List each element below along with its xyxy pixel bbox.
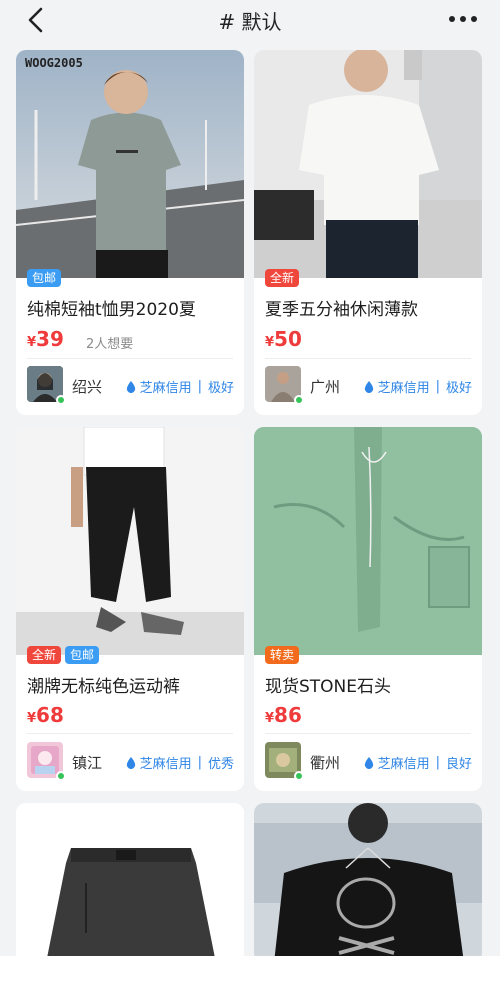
image-brand-label: WOOG2005 <box>25 56 83 70</box>
seller-city: 绍兴 <box>72 378 103 396</box>
tag-baoyou: 包邮 <box>27 269 62 287</box>
bottom-bar <box>0 956 500 1001</box>
tag-quanxin: 全新 <box>265 269 300 287</box>
seller-city: 衢州 <box>310 754 341 772</box>
avatar[interactable] <box>27 366 66 405</box>
product-card[interactable] <box>16 803 244 963</box>
tag-list: 全新 <box>265 269 300 287</box>
divider <box>265 733 471 734</box>
product-image <box>16 803 244 963</box>
product-card[interactable]: 转卖 现货STONE石头 ¥86 衢州 芝麻信用 | 良好 <box>254 427 482 791</box>
product-card[interactable]: 全新 夏季五分袖休闲薄款 ¥50 广州 芝麻信用 | 极好 <box>254 50 482 415</box>
online-dot <box>56 395 66 405</box>
tag-list: 全新 包邮 <box>27 646 100 664</box>
product-price: ¥50 <box>265 327 302 351</box>
online-dot <box>294 395 304 405</box>
more-dots-icon[interactable] <box>448 14 478 24</box>
top-bar: # 默认 <box>0 0 500 40</box>
tag-baoyou: 包邮 <box>65 646 100 664</box>
want-count: 2人想要 <box>86 337 134 352</box>
credit-drop-icon <box>364 756 373 769</box>
credit-drop-icon <box>364 380 373 393</box>
avatar[interactable] <box>265 742 304 781</box>
product-title: 纯棉短袖t恤男2020夏 <box>27 300 196 320</box>
avatar[interactable] <box>265 366 304 405</box>
credit-badge: 芝麻信用 | 极好 <box>363 377 472 396</box>
product-image <box>16 50 244 278</box>
product-title: 夏季五分袖休闲薄款 <box>265 300 418 320</box>
avatar[interactable] <box>27 742 66 781</box>
tag-zhuanmai: 转卖 <box>265 646 300 664</box>
tag-list: 包邮 <box>27 269 62 287</box>
seller-city: 广州 <box>310 378 341 396</box>
credit-drop-icon <box>126 756 135 769</box>
product-card[interactable]: 包邮 WOOG2005 纯棉短袖t恤男2020夏 ¥39 2人想要 绍兴 芝麻信… <box>16 50 244 415</box>
product-price: ¥86 <box>265 703 302 727</box>
credit-badge: 芝麻信用 | 极好 <box>125 377 234 396</box>
product-card[interactable] <box>254 803 482 963</box>
online-dot <box>294 771 304 781</box>
credit-badge: 芝麻信用 | 良好 <box>363 753 472 772</box>
credit-drop-icon <box>126 380 135 393</box>
divider <box>27 733 233 734</box>
online-dot <box>56 771 66 781</box>
divider <box>265 358 471 359</box>
tag-list: 转卖 <box>265 646 300 664</box>
product-price: ¥68 <box>27 703 64 727</box>
seller-city: 镇江 <box>72 754 103 772</box>
credit-badge: 芝麻信用 | 优秀 <box>125 753 234 772</box>
page-title: # 默认 <box>218 10 282 34</box>
tag-quanxin: 全新 <box>27 646 62 664</box>
product-image <box>254 427 482 655</box>
product-image <box>16 427 244 655</box>
product-card[interactable]: 全新 包邮 潮牌无标纯色运动裤 ¥68 镇江 芝麻信用 | 优秀 <box>16 427 244 791</box>
product-title: 现货STONE石头 <box>265 677 392 697</box>
product-price: ¥39 <box>27 327 64 351</box>
product-image <box>254 50 482 278</box>
product-title: 潮牌无标纯色运动裤 <box>27 677 180 697</box>
product-image <box>254 803 482 963</box>
divider <box>27 358 233 359</box>
